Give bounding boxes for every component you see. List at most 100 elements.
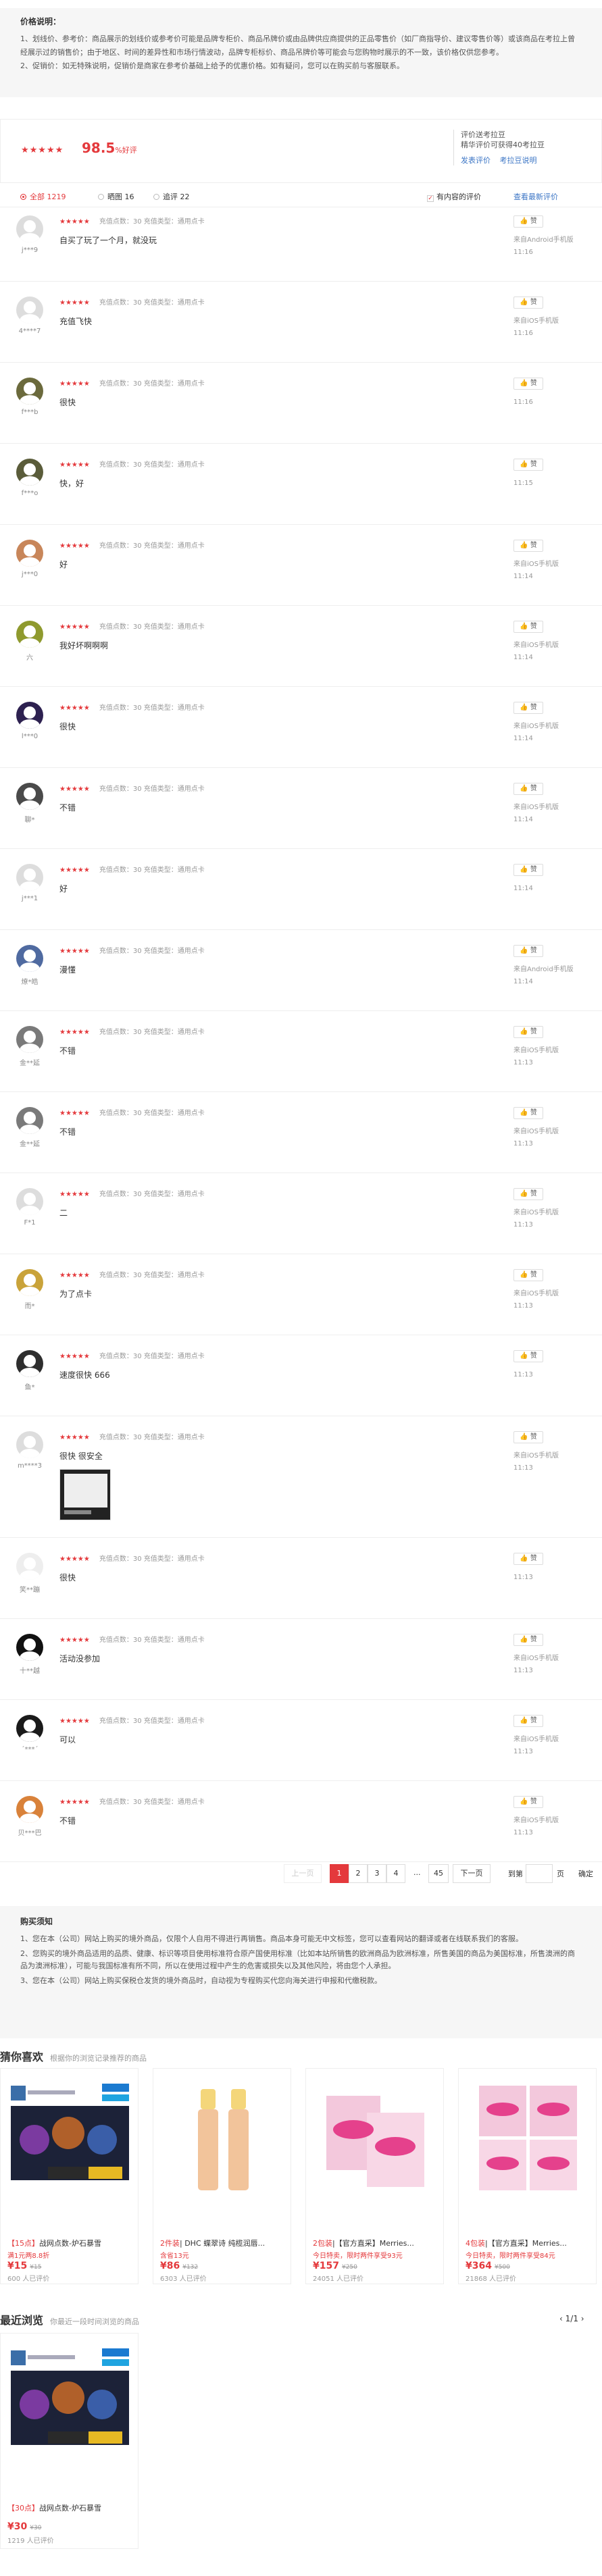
price-note-line-2: 2、促销价：如无特殊说明，促销价是商家在参考价基础上给予的优惠价格。如有疑问，您… (20, 61, 404, 70)
reviewer-name: 贝***巴 (18, 1830, 42, 1837)
page: 价格说明： 1、划线价、参考价：商品展示的划线价或参考价可能是品牌专柜价、商品吊… (0, 8, 602, 2576)
reviewer-name: F*1 (24, 1219, 36, 1227)
product-promo: 今日特卖，限时两件享受84元 (466, 2252, 555, 2260)
avatar (16, 1107, 43, 1134)
review-device-time: 来自iOS手机版 11:13 (513, 1452, 559, 1472)
review-meta: ★★★★★ 充值点数：30 充值类型：通用点卡 (59, 867, 205, 874)
thumbs-up-icon: 👍 (520, 1190, 528, 1197)
review-content: 不错 (59, 1046, 76, 1056)
page-4[interactable]: 4 (386, 1864, 405, 1883)
like-button[interactable]: 👍 赞 (513, 1431, 543, 1443)
recent-pager[interactable]: ‹ 1/1 › (559, 2314, 584, 2323)
review-device-time: 来自iOS手机版 11:13 (513, 1128, 559, 1148)
review-image[interactable] (59, 1469, 111, 1520)
review-device-time: 来自Android手机版 11:14 (513, 966, 574, 985)
like-button[interactable]: 👍 赞 (513, 1026, 543, 1038)
goto-ok-button[interactable]: 确定 (578, 1868, 593, 1879)
like-button[interactable]: 👍 赞 (513, 1188, 543, 1200)
reviewer-name: m****3 (17, 1462, 43, 1470)
review-stars: ★★★★★ (59, 218, 90, 226)
review-meta: ★★★★★ 充值点数：30 充值类型：通用点卡 (59, 1191, 205, 1198)
review-item: j***0 ★★★★★ 充值点数：30 充值类型：通用点卡好 👍 赞来自iOS手机版 1… (0, 525, 602, 606)
thumbs-up-icon: 👍 (520, 299, 528, 306)
price-note: 价格说明： 1、划线价、参考价：商品展示的划线价或参考价可能是品牌专柜价、商品吊… (0, 8, 602, 97)
review-device-time: 11:13 (513, 1574, 533, 1581)
review-device-time: 来自iOS手机版 11:13 (513, 1655, 559, 1674)
review-stars: ★★★★★ (59, 1799, 90, 1806)
review-stars: ★★★★★ (59, 623, 90, 631)
write-review-link[interactable]: 发表评价 (461, 156, 491, 165)
page-ellipsis: ... (413, 1868, 421, 1877)
product-card[interactable]: 【30点】战网点数-炉石暴雪 ¥30 ¥30 1219 人已评价 (0, 2333, 139, 2549)
like-button[interactable]: 👍 赞 (513, 864, 543, 876)
product-card[interactable]: 【15点】战网点数-炉石暴雪 满1元两8.8折 ¥15 ¥15 600 人已评价 (0, 2068, 139, 2284)
like-button[interactable]: 👍 赞 (513, 1350, 543, 1362)
review-item: F*1 ★★★★★ 充值点数：30 充值类型：通用点卡二 👍 赞来自iOS手机版 11:… (0, 1173, 602, 1254)
product-promo: 今日特卖，限时两件享受93元 (313, 2252, 403, 2260)
like-button[interactable]: 👍 赞 (513, 1634, 543, 1646)
like-button[interactable]: 👍 赞 (513, 1269, 543, 1281)
bean-info-link[interactable]: 考拉豆说明 (500, 156, 537, 165)
page-1[interactable]: 1 (330, 1864, 349, 1883)
like-button[interactable]: 👍 赞 (513, 1107, 543, 1119)
thumbs-up-icon: 👍 (520, 380, 528, 387)
review-stars: ★★★★★ (59, 542, 90, 550)
review-content: 好 (59, 884, 68, 894)
prev-page-button[interactable]: 上一页 (284, 1864, 322, 1883)
review-item: m****3 ★★★★★ 充值点数：30 充值类型：通用点卡 很快 很安全 👍 赞来自i… (0, 1416, 602, 1538)
next-page-button[interactable]: 下一页 (453, 1864, 491, 1883)
product-name: 【15点】战网点数-炉石暴雪 (7, 2239, 101, 2248)
review-count: 21868 人已评价 (466, 2275, 516, 2283)
review-stars: ★★★★★ (59, 461, 90, 469)
thumbs-up-icon: 👍 (520, 1636, 528, 1643)
avatar (16, 1350, 43, 1377)
review-stars: ★★★★★ (59, 1272, 90, 1279)
avatar (16, 783, 43, 810)
like-button[interactable]: 👍 赞 (513, 297, 543, 309)
review-meta: ★★★★★ 充值点数：30 充值类型：通用点卡 (59, 1799, 205, 1806)
like-button[interactable]: 👍 赞 (513, 1553, 543, 1565)
like-button[interactable]: 👍 赞 (513, 459, 543, 471)
page-3[interactable]: 3 (368, 1864, 386, 1883)
recent-title: 最近浏览 你最近一段时间浏览的商品 (0, 2314, 140, 2327)
review-content: 快，好 (59, 479, 84, 488)
review-content: 不错 (59, 1127, 76, 1137)
like-button[interactable]: 👍 赞 (513, 1715, 543, 1727)
page-number-input[interactable] (526, 1864, 553, 1883)
like-button[interactable]: 👍 赞 (513, 1796, 543, 1808)
review-meta: ★★★★★ 充值点数：30 充值类型：通用点卡 (59, 1110, 205, 1117)
notice-line-3: 3、您在本（公司）网站上购买保税仓发货的境外商品时，自动视为专程购买代您向海关进… (20, 1976, 382, 1985)
review-content: 为了点卡 (59, 1289, 93, 1299)
review-count: 1219 人已评价 (7, 2538, 54, 2545)
review-stars: ★★★★★ (59, 380, 90, 388)
thumbs-up-icon: 👍 (520, 217, 528, 225)
review-content: 自买了玩了一个月，就没玩 (59, 236, 157, 245)
page-2[interactable]: 2 (349, 1864, 368, 1883)
product-card[interactable]: 2件装| DHC 蝶翠诗 纯榄润唇... 含省13元 ¥86 ¥132 6303 … (153, 2068, 291, 2284)
review-meta: ★★★★★ 充值点数：30 充值类型：通用点卡 (59, 1637, 205, 1644)
chevron-right-icon[interactable]: › (581, 2314, 584, 2323)
review-item: ˊ***ˊ ★★★★★ 充值点数：30 充值类型：通用点卡 可以 👍 赞来自iOS手机版… (0, 1700, 602, 1781)
review-device-time: 来自iOS手机版 11:14 (513, 804, 559, 823)
chevron-left-icon[interactable]: ‹ (559, 2314, 563, 2323)
review-item: 十**越 ★★★★★ 充值点数：30 充值类型：通用点卡 活动没参加 👍 赞来自iOS手… (0, 1619, 602, 1700)
avatar (16, 1431, 43, 1458)
review-content: 不错 (59, 803, 76, 813)
radio-icon (153, 194, 159, 200)
review-stars: ★★★★★ (59, 1110, 90, 1117)
like-button[interactable]: 👍 赞 (513, 378, 543, 390)
like-button[interactable]: 👍 赞 (513, 783, 543, 795)
product-card[interactable]: 2包装|【官方直采】Merries... 今日特卖，限时两件享受93元 ¥157… (305, 2068, 444, 2284)
thumbs-up-icon: 👍 (520, 1555, 528, 1562)
like-button[interactable]: 👍 赞 (513, 621, 543, 633)
like-button[interactable]: 👍 赞 (513, 215, 543, 228)
review-content: 速度很快 666 (59, 1370, 110, 1380)
notice-line-1: 1、您在本（公司）网站上购买的境外商品，仅限个人自用不得进行再销售。商品本身可能… (20, 1934, 523, 1943)
like-button[interactable]: 👍 赞 (513, 540, 543, 552)
product-card[interactable]: 4包装|【官方直采】Merries... 今日特卖，限时两件享受84元 ¥364… (458, 2068, 597, 2284)
pagination: 上一页 1 2 3 4 ... 45 下一页 到第 页 确定 (0, 1864, 602, 1884)
page-last[interactable]: 45 (428, 1864, 449, 1883)
like-button[interactable]: 👍 赞 (513, 702, 543, 714)
review-item: 4****7 ★★★★★ 充值点数：30 充值类型：通用点卡 充值飞快 👍 赞来自iOS… (0, 282, 602, 363)
like-button[interactable]: 👍 赞 (513, 945, 543, 957)
